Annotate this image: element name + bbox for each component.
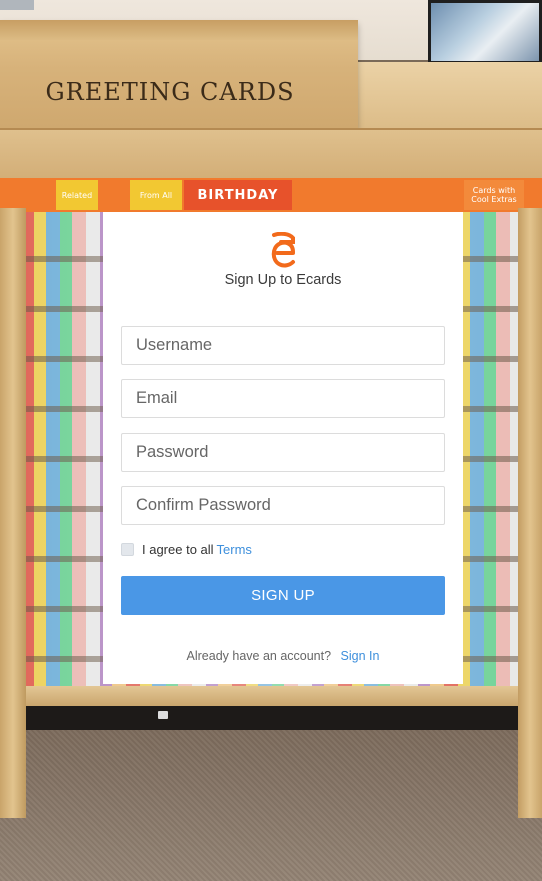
wood-panel-right — [336, 62, 542, 128]
wood-post-right — [518, 208, 542, 818]
signin-prompt: Already have an account? — [186, 649, 332, 663]
password-field[interactable] — [121, 433, 445, 472]
ceiling-fixture — [0, 0, 34, 10]
base-shelf — [20, 686, 522, 706]
carpet-floor — [0, 730, 542, 881]
signup-button[interactable]: SIGN UP — [121, 576, 445, 615]
signin-prompt-row: Already have an account? Sign In — [103, 649, 463, 663]
banner-tile-extras: Cards with Cool Extras — [464, 180, 524, 210]
wall-picture — [428, 0, 542, 64]
ecards-logo-icon — [271, 232, 295, 268]
wood-post-left — [0, 208, 26, 818]
agree-checkbox[interactable] — [121, 542, 134, 556]
outlet-icon — [158, 711, 168, 719]
username-field[interactable] — [121, 326, 445, 365]
category-banner: Related From All BIRTHDAY Cards with Coo… — [0, 178, 542, 212]
agree-label: I agree to all — [142, 541, 214, 557]
wood-sign-board: GREETING CARDS — [0, 20, 358, 128]
email-field[interactable] — [121, 379, 445, 418]
signup-panel: Sign Up to Ecards I agree to all Terms S… — [103, 212, 463, 684]
wood-sign-trim — [0, 20, 358, 40]
signin-link[interactable]: Sign In — [341, 649, 380, 663]
terms-link[interactable]: Terms — [217, 542, 252, 557]
banner-tile-related: Related — [56, 180, 98, 210]
confirm-password-field[interactable] — [121, 486, 445, 525]
signup-title: Sign Up to Ecards — [224, 272, 342, 288]
store-sign-text: GREETING CARDS — [45, 78, 295, 106]
wood-band — [0, 128, 542, 182]
banner-tile-from-all: From All — [130, 180, 182, 210]
banner-tile-birthday: BIRTHDAY — [184, 180, 292, 210]
terms-agreement: I agree to all Terms — [121, 541, 252, 557]
shelf-kickplate — [20, 706, 522, 730]
